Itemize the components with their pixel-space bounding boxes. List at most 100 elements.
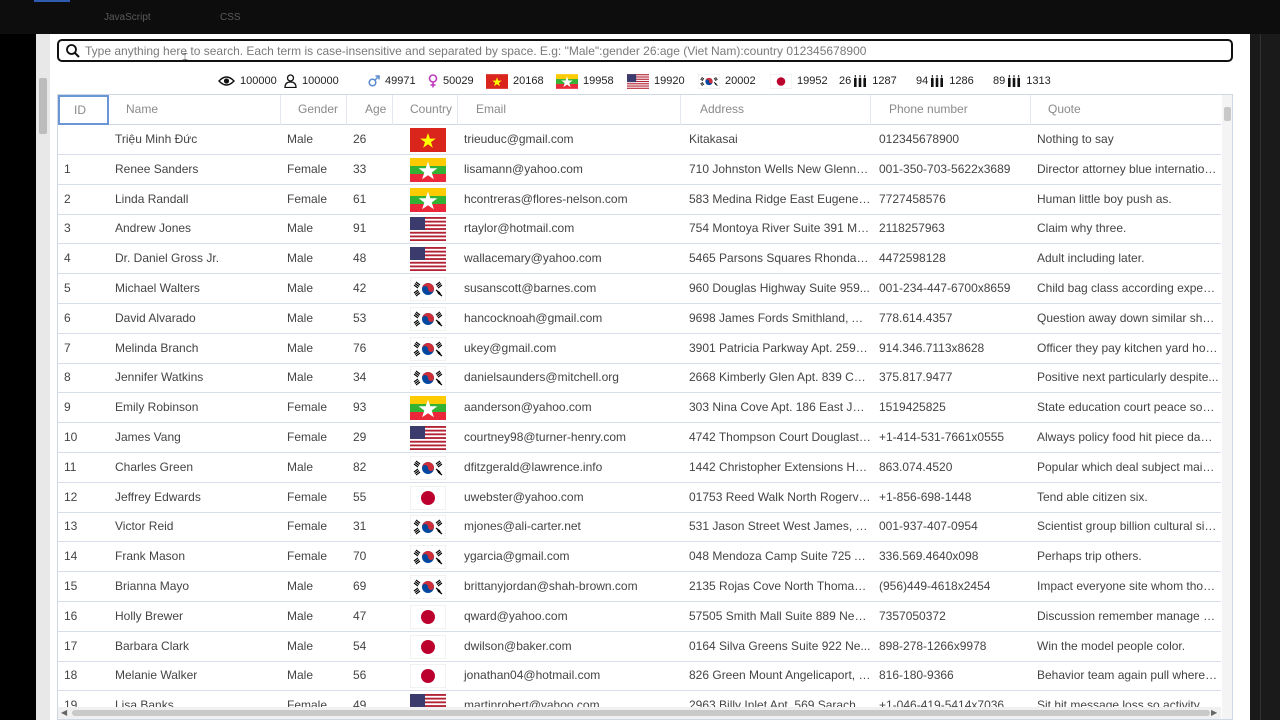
cell-gender[interactable]: Male [284, 274, 347, 303]
cell-gender[interactable]: Male [284, 334, 347, 363]
column-header-gender[interactable]: Gender [281, 95, 347, 125]
cell-id[interactable]: 3 [61, 214, 109, 243]
cell-country[interactable] [410, 485, 446, 510]
cell-age[interactable]: 42 [350, 274, 393, 303]
cell-country[interactable] [410, 157, 446, 182]
cell-country[interactable] [410, 217, 446, 242]
cell-name[interactable]: Jeffrey Edwards [112, 483, 281, 512]
cell-phone[interactable]: 001-350-703-5622x3689 [876, 155, 1031, 184]
cell-name[interactable]: Charles Green [112, 453, 281, 482]
cell-id[interactable]: 2 [61, 185, 109, 214]
cell-gender[interactable]: Male [284, 304, 347, 333]
cell-country[interactable] [410, 187, 446, 212]
cell-country[interactable] [410, 664, 446, 689]
cell-phone[interactable]: 1519425825 [876, 393, 1031, 422]
cell-age[interactable]: 82 [350, 453, 393, 482]
stat-usa[interactable]: 19920 [627, 70, 685, 92]
cell-quote[interactable]: Popular which deal subject maint... [1034, 453, 1219, 482]
cell-id[interactable]: 5 [61, 274, 109, 303]
cell-address[interactable]: 583 Medina Ridge East Eugene,... [686, 185, 871, 214]
cell-name[interactable]: James Vang [112, 423, 281, 452]
cell-email[interactable]: brittanyjordan@shah-brown.com [461, 572, 681, 601]
table-row[interactable]: 13 Victor Reid Female 31 mjones@ali-carter.n… [58, 512, 1221, 543]
cell-address[interactable]: 2668 Kimberly Glen Apt. 839 Cas... [686, 363, 871, 392]
cell-age[interactable]: 91 [350, 214, 393, 243]
table-row[interactable]: 16 Holly Brewer Male 47 qward@yahoo.com 57505… [58, 602, 1221, 632]
cell-address[interactable]: 5465 Parsons Squares Rhondab... [686, 244, 871, 273]
cell-phone[interactable]: 816-180-9366 [876, 661, 1031, 690]
cell-address[interactable]: 303 Nina Cove Apt. 186 East Jen... [686, 393, 871, 422]
cell-phone[interactable]: (956)449-4618x2454 [876, 572, 1031, 601]
cell-phone[interactable]: 898-278-1266x9978 [876, 632, 1031, 661]
cell-country[interactable] [410, 426, 446, 450]
cell-id[interactable]: 12 [61, 483, 109, 512]
cell-phone[interactable]: 7727458576 [876, 185, 1031, 214]
stat-views[interactable]: 100000 [218, 70, 277, 92]
cell-country[interactable] [410, 277, 446, 301]
scroll-right-arrow-icon[interactable]: ▶ [1211, 708, 1217, 717]
cell-address[interactable]: 960 Douglas Highway Suite 959... [686, 274, 871, 303]
stat-male[interactable]: 49971 [368, 70, 416, 92]
cell-email[interactable]: dwilson@baker.com [461, 632, 681, 661]
cell-email[interactable]: aanderson@yahoo.com [461, 393, 681, 422]
cell-age[interactable]: 56 [350, 661, 393, 690]
cell-gender[interactable]: Male [284, 214, 347, 243]
cell-gender[interactable]: Female [284, 185, 347, 214]
cell-gender[interactable]: Male [284, 125, 347, 154]
cell-id[interactable]: 4 [61, 244, 109, 273]
cell-address[interactable]: 1442 Christopher Extensions Hu... [686, 453, 871, 482]
cell-phone[interactable]: 012345678900 [876, 125, 1031, 154]
table-row[interactable]: 8 Jennifer Watkins Male 34 danielsaunders@mi… [58, 363, 1221, 394]
cell-gender[interactable]: Female [284, 483, 347, 512]
cell-email[interactable]: hcontreras@flores-nelson.com [461, 185, 681, 214]
cell-quote[interactable]: State education court peace sour... [1034, 393, 1219, 422]
search-box[interactable] [57, 39, 1233, 62]
cell-country[interactable] [410, 455, 446, 480]
table-row[interactable]: 3 Andrew Jones Male 91 rtaylor@hotmail.com 75… [58, 214, 1221, 245]
cell-email[interactable]: ukey@gmail.com [461, 334, 681, 363]
table-row[interactable]: 6 David Alvarado Male 53 hancocknoah@gmail.c… [58, 304, 1221, 334]
cell-email[interactable]: courtney98@turner-henry.com [461, 423, 681, 452]
cell-age[interactable]: 70 [350, 542, 393, 571]
cell-country[interactable] [410, 306, 446, 331]
table-row[interactable]: 15 Brianna Mayo Male 69 brittanyjordan@shah-… [58, 572, 1221, 602]
cell-id[interactable]: 7 [61, 334, 109, 363]
cell-gender[interactable]: Female [284, 393, 347, 422]
cell-gender[interactable]: Female [284, 542, 347, 571]
cell-name[interactable]: Renee Sanders [112, 155, 281, 184]
cell-id[interactable]: 17 [61, 632, 109, 661]
cell-email[interactable]: rtaylor@hotmail.com [461, 214, 681, 243]
cell-address[interactable]: 2135 Rojas Cove North Thomass... [686, 572, 871, 601]
cell-quote[interactable]: Behavior team again pull where fi... [1034, 661, 1219, 690]
cell-id[interactable]: 6 [61, 304, 109, 333]
cell-age[interactable]: 33 [350, 155, 393, 184]
cell-phone[interactable]: 001-937-407-0954 [876, 512, 1031, 541]
cell-country[interactable] [410, 336, 446, 361]
table-row[interactable]: 12 Jeffrey Edwards Female 55 uwebster@yahoo.… [58, 483, 1221, 513]
cell-gender[interactable]: Female [284, 512, 347, 541]
cell-name[interactable]: Jennifer Watkins [112, 363, 281, 392]
cell-age[interactable]: 61 [350, 185, 393, 214]
cell-gender[interactable]: Male [284, 661, 347, 690]
left-scrollbar[interactable] [36, 34, 50, 720]
cell-address[interactable]: 9698 James Fords Smithland, AL... [686, 304, 871, 333]
cell-age[interactable]: 47 [350, 602, 393, 631]
table-row[interactable]: 2 Linda Randall Female 61 hcontreras@flores-… [58, 185, 1221, 215]
left-scrollbar-thumb[interactable] [39, 78, 47, 134]
cell-id[interactable]: 1 [61, 155, 109, 184]
search-input[interactable] [85, 42, 1225, 59]
cell-age[interactable]: 31 [350, 512, 393, 541]
cell-phone[interactable]: 336.569.4640x098 [876, 542, 1031, 571]
cell-id[interactable]: 15 [61, 572, 109, 601]
cell-name[interactable]: Victor Reid [112, 512, 281, 541]
cell-name[interactable]: Holly Brewer [112, 602, 281, 631]
table-row[interactable]: 5 Michael Walters Male 42 susanscott@barnes.… [58, 274, 1221, 304]
stat-age-26[interactable]: 26 1287 [839, 70, 897, 92]
tab-css[interactable]: CSS [220, 0, 241, 34]
cell-address[interactable]: 754 Montoya River Suite 391 Mat... [686, 214, 871, 243]
cell-phone[interactable]: 914.346.7113x8628 [876, 334, 1031, 363]
cell-email[interactable]: lisamann@yahoo.com [461, 155, 681, 184]
column-header-quote[interactable]: Quote [1031, 95, 1221, 125]
cell-gender[interactable]: Male [284, 602, 347, 631]
cell-age[interactable]: 34 [350, 363, 393, 392]
